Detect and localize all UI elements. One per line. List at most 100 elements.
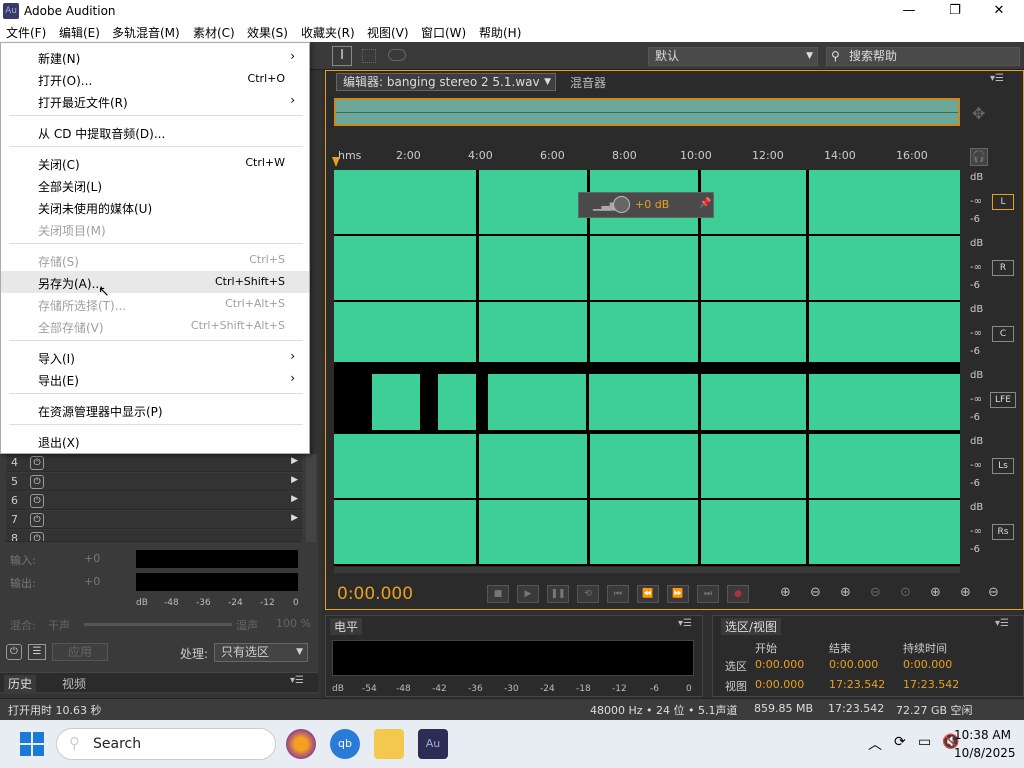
tab-levels[interactable]: 电平 (330, 618, 363, 635)
zoom-in-time-icon[interactable]: ⊕ (840, 585, 851, 600)
tab-video[interactable]: 视频 (62, 675, 86, 692)
waveform-overview[interactable] (334, 98, 960, 126)
menu-item-save-all[interactable]: 全部存储(V) Ctrl+Shift+Alt+S (1, 315, 309, 337)
go-to-end-button[interactable]: ⏭ (697, 585, 719, 603)
list-icon[interactable]: ☰ (28, 644, 46, 660)
expand-icon[interactable]: ▶ (291, 456, 298, 466)
panel-menu-icon[interactable]: ▾☰ (995, 618, 1009, 629)
waveform-display[interactable] (334, 170, 960, 566)
menu-view[interactable]: 视图(V) (367, 24, 409, 41)
view-duration[interactable]: 17:23.542 (903, 678, 959, 691)
channel-label-c[interactable]: C (992, 326, 1014, 342)
tab-history[interactable]: 历史 (4, 675, 37, 692)
zoom-in-left-icon[interactable]: ⊕ (930, 585, 941, 600)
apply-button[interactable]: 应用 (52, 643, 108, 661)
qbittorrent-icon[interactable]: qb (330, 729, 360, 759)
clock-time[interactable]: 10:38 AM (954, 728, 1011, 742)
maximize-button[interactable]: ❐ (932, 2, 978, 20)
panel-menu-icon[interactable]: ▾☰ (290, 675, 304, 686)
track-row[interactable]: 5 ⏻ ▶ (6, 473, 302, 491)
pause-button[interactable]: ❚❚ (547, 585, 569, 603)
menu-item-close-unused[interactable]: 关闭未使用的媒体(U) (1, 196, 309, 218)
menu-item-close-project[interactable]: 关闭项目(M) (1, 218, 309, 240)
help-search-input[interactable]: ⚲ 搜索帮助 (826, 47, 1020, 66)
horizontal-scrollbar[interactable] (334, 567, 960, 573)
expand-icon[interactable]: ▶ (291, 513, 298, 523)
zoom-all-icon[interactable]: ⊖ (988, 585, 999, 600)
stop-button[interactable]: ■ (487, 585, 509, 603)
taskbar-search[interactable]: ⚲ Search (56, 728, 276, 760)
panel-menu-icon[interactable]: ▾☰ (678, 618, 692, 629)
track-row[interactable]: 4 ⏻ ▶ (6, 454, 302, 472)
pin-icon[interactable]: 📌 (699, 198, 711, 209)
menu-item-save-as[interactable]: 另存为(A)... Ctrl+Shift+S (1, 271, 309, 293)
view-end[interactable]: 17:23.542 (829, 678, 885, 691)
time-ruler[interactable]: hms 2:00 4:00 6:00 8:00 10:00 12:00 14:0… (332, 143, 960, 169)
rack-scrollbar[interactable] (306, 454, 316, 542)
channel-label-r[interactable]: R (992, 260, 1014, 276)
display-icon[interactable]: ▭ (918, 734, 931, 750)
workspace-select[interactable]: 默认 ▼ (648, 47, 818, 66)
track-row[interactable]: 6 ⏻ ▶ (6, 492, 302, 510)
menu-clip[interactable]: 素材(C) (193, 24, 235, 41)
record-button[interactable]: ● (727, 585, 749, 603)
menu-favorites[interactable]: 收藏夹(R) (301, 24, 355, 41)
menu-effects[interactable]: 效果(S) (247, 24, 288, 41)
menu-item-open[interactable]: 打开(O)... Ctrl+O (1, 68, 309, 90)
rewind-button[interactable]: ⏪ (637, 585, 659, 603)
power-icon[interactable]: ⏻ (30, 475, 44, 489)
power-icon[interactable]: ⏻ (30, 532, 44, 541)
expand-icon[interactable]: ▶ (291, 475, 298, 485)
fast-forward-button[interactable]: ⏩ (667, 585, 689, 603)
time-selection-tool-icon[interactable]: I (332, 46, 352, 66)
lasso-tool-icon[interactable] (388, 49, 406, 61)
selection-start[interactable]: 0:00.000 (755, 658, 804, 671)
menu-item-export[interactable]: 导出(E) › (1, 368, 309, 390)
power-icon[interactable]: ⏻ (30, 513, 44, 527)
zoom-out-amplitude-icon[interactable]: ⊖ (810, 585, 821, 600)
zoom-nav-icon[interactable]: ✥ (972, 104, 985, 123)
loop-button[interactable]: ⟲ (577, 585, 599, 603)
process-select[interactable]: 只有选区 ▼ (214, 643, 308, 662)
clock-date[interactable]: 10/8/2025 (954, 746, 1016, 760)
menu-item-reveal-explorer[interactable]: 在资源管理器中显示(P) (1, 399, 309, 421)
zoom-out-time-icon[interactable]: ⊖ (870, 585, 881, 600)
headphones-icon[interactable]: 🎧 (970, 148, 988, 166)
file-explorer-icon[interactable] (374, 729, 404, 759)
chevron-up-icon[interactable]: ︿ (868, 734, 882, 754)
channel-label-l[interactable]: L (992, 194, 1014, 210)
sync-icon[interactable]: ⟳ (894, 734, 906, 750)
menu-item-new[interactable]: 新建(N) › (1, 46, 309, 68)
menu-window[interactable]: 窗口(W) (421, 24, 466, 41)
channel-label-lfe[interactable]: LFE (990, 392, 1016, 408)
menu-help[interactable]: 帮助(H) (479, 24, 521, 41)
channel-label-rs[interactable]: Rs (992, 524, 1014, 540)
power-icon[interactable]: ⏻ (30, 456, 44, 470)
menu-edit[interactable]: 编辑(E) (59, 24, 100, 41)
close-button[interactable]: ✕ (976, 2, 1022, 20)
menu-item-save[interactable]: 存储(S) Ctrl+S (1, 249, 309, 271)
volume-knob-icon[interactable] (613, 196, 630, 213)
menu-item-close[interactable]: 关闭(C) Ctrl+W (1, 152, 309, 174)
zoom-in-right-icon[interactable]: ⊕ (960, 585, 971, 600)
menu-item-import[interactable]: 导入(I) › (1, 346, 309, 368)
zoom-full-icon[interactable]: ⊙ (900, 585, 911, 600)
audition-taskbar-icon[interactable]: Au (418, 729, 448, 759)
firefox-icon[interactable] (286, 729, 316, 759)
volume-hud[interactable]: ▁▃▅ +0 dB 📌 (578, 192, 714, 218)
power-icon[interactable]: ⏻ (30, 494, 44, 508)
selection-duration[interactable]: 0:00.000 (903, 658, 952, 671)
play-button[interactable]: ▶ (517, 585, 539, 603)
mix-slider[interactable] (84, 623, 232, 626)
track-row[interactable]: 7 ⏻ ▶ (6, 511, 302, 529)
menu-item-extract-cd[interactable]: 从 CD 中提取音频(D)... (1, 121, 309, 143)
go-to-start-button[interactable]: ⏮ (607, 585, 629, 603)
minimize-button[interactable]: — (886, 2, 932, 20)
menu-item-close-all[interactable]: 全部关闭(L) (1, 174, 309, 196)
menu-item-open-recent[interactable]: 打开最近文件(R) › (1, 90, 309, 112)
channel-label-ls[interactable]: Ls (992, 458, 1014, 474)
tab-editor[interactable]: 编辑器: banging stereo 2 5.1.wav ▼ (336, 73, 556, 91)
tab-mixer[interactable]: 混音器 (570, 74, 606, 91)
power-icon[interactable]: ⏻ (6, 644, 22, 660)
zoom-in-amplitude-icon[interactable]: ⊕ (780, 585, 791, 600)
